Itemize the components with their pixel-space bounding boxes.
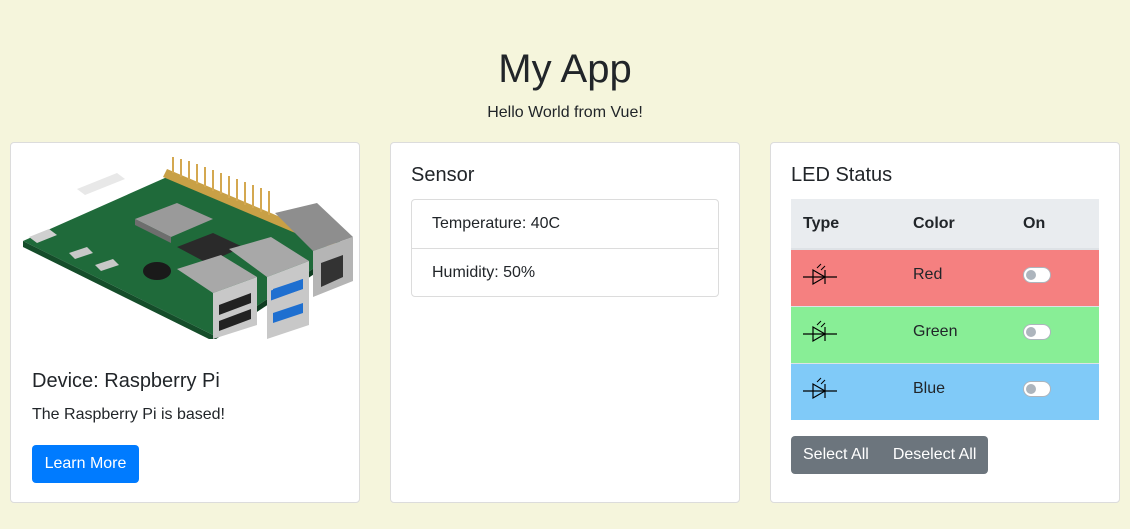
learn-more-button[interactable]: Learn More	[32, 445, 139, 483]
led-status-card: LED Status Type Color On Red Green Blue …	[770, 142, 1120, 503]
led-on-cell	[1011, 362, 1099, 420]
led-on-cell	[1011, 248, 1099, 306]
led-table: Type Color On Red Green Blue	[791, 199, 1099, 420]
led-type-cell	[791, 362, 901, 420]
sensor-item-temperature: Temperature: 40C	[432, 215, 561, 232]
app-subtitle: Hello World from Vue!	[487, 104, 643, 121]
app-title: My App	[498, 47, 632, 91]
sensor-title: Sensor	[411, 164, 475, 186]
led-button-group: Select All Deselect All	[791, 436, 989, 474]
led-color-cell: Red	[901, 248, 1011, 306]
raspberry-pi-board-image	[23, 157, 353, 339]
led-status-title: LED Status	[791, 164, 893, 186]
led-icon	[803, 320, 837, 342]
sensor-card: Sensor Temperature: 40C Humidity: 50%	[390, 142, 740, 503]
led-toggle-green[interactable]	[1023, 323, 1051, 340]
device-description: The Raspberry Pi is based!	[32, 406, 225, 423]
led-icon	[803, 377, 837, 399]
led-row-green: Green	[791, 305, 1099, 363]
sensor-list: Temperature: 40C Humidity: 50%	[411, 199, 719, 297]
led-icon	[803, 263, 837, 286]
led-type-cell	[791, 248, 901, 306]
column-header-type: Type	[791, 199, 901, 250]
led-type-cell	[791, 305, 901, 363]
led-row-red: Red	[791, 248, 1099, 306]
led-toggle-blue[interactable]	[1023, 380, 1051, 397]
sensor-item-humidity: Humidity: 50%	[412, 248, 718, 296]
led-toggle-red[interactable]	[1023, 267, 1051, 283]
led-row-blue: Blue	[791, 362, 1099, 420]
device-title: Device: Raspberry Pi	[32, 370, 220, 392]
deselect-all-button[interactable]: Deselect All	[880, 436, 989, 474]
led-table-header: Type Color On	[791, 199, 1099, 250]
led-color-cell: Green	[901, 305, 1011, 363]
select-all-button[interactable]: Select All	[791, 436, 881, 474]
led-color-cell: Blue	[901, 362, 1011, 420]
led-on-cell	[1011, 305, 1099, 363]
column-header-on: On	[1011, 199, 1099, 250]
device-card: Device: Raspberry Pi The Raspberry Pi is…	[10, 142, 360, 503]
column-header-color: Color	[901, 199, 1011, 250]
